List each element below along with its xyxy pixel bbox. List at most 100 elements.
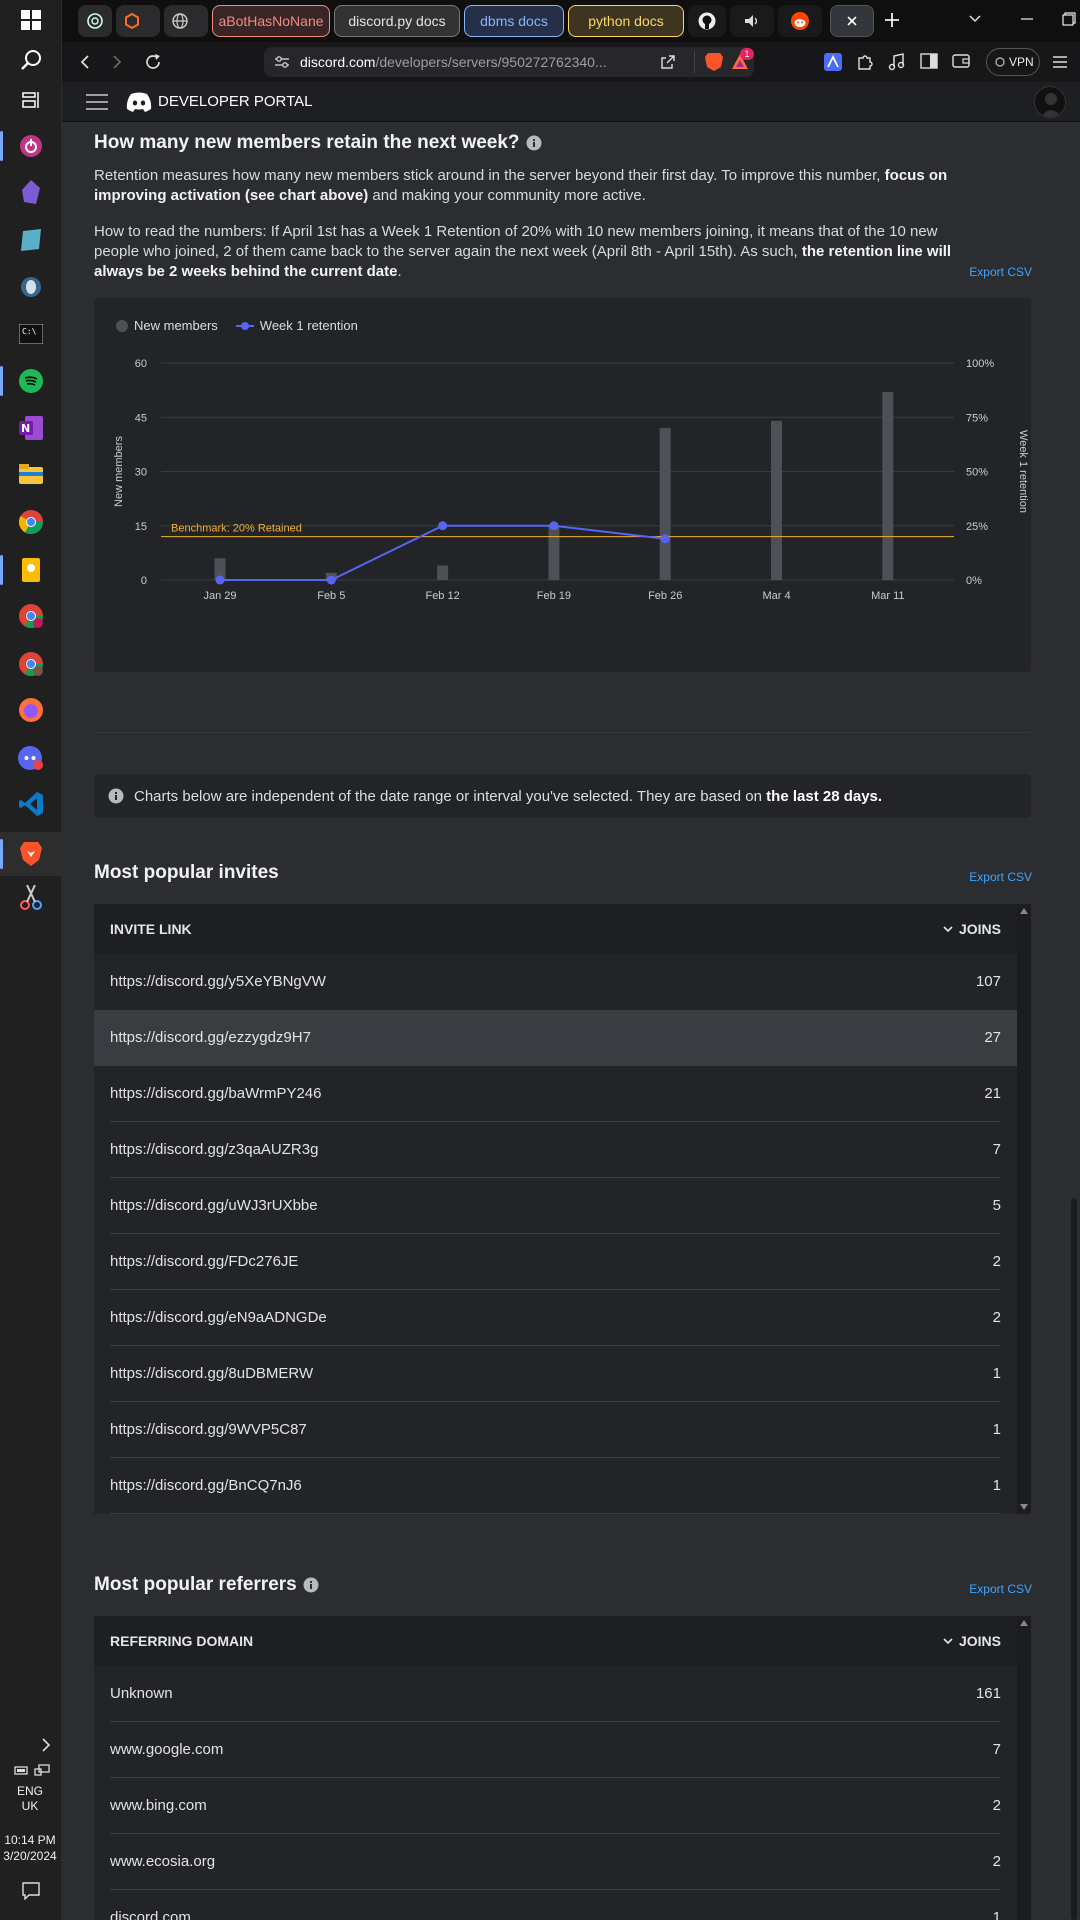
search-icon[interactable] [13, 42, 49, 78]
retention-point[interactable] [215, 575, 225, 585]
invite-link[interactable]: https://discord.gg/FDc276JE [110, 1253, 298, 1270]
brave-shields-icon[interactable] [704, 52, 724, 72]
table-row[interactable]: Unknown 161 [94, 1666, 1017, 1722]
extensions-puzzle-icon[interactable] [856, 53, 874, 71]
chrome-profile-d-icon[interactable] [13, 598, 49, 634]
retention-point[interactable] [438, 521, 448, 531]
postgres-icon[interactable] [13, 270, 49, 306]
info-icon[interactable] [303, 1577, 319, 1593]
column-header-joins[interactable]: JOINS [943, 1633, 1001, 1649]
table-row[interactable]: www.google.com 7 [94, 1722, 1017, 1778]
tab-group-dbms-docs[interactable]: dbms docs [464, 5, 564, 37]
invites-export-csv-link[interactable]: Export CSV [969, 870, 1032, 884]
table-row[interactable]: https://discord.gg/ezzygdz9H7 27 [94, 1010, 1017, 1066]
minimize-window-icon[interactable] [1020, 12, 1034, 26]
bar-new-members[interactable] [771, 420, 782, 580]
table-row[interactable]: https://discord.gg/z3qaAUZR3g 7 [94, 1122, 1017, 1178]
back-icon[interactable] [78, 54, 92, 70]
tab-group-abothasnonane[interactable]: aBotHasNoNane [212, 5, 330, 37]
bar-new-members[interactable] [659, 428, 671, 580]
snipping-tool-icon[interactable] [13, 880, 49, 916]
table-row[interactable]: www.bing.com 2 [94, 1778, 1017, 1834]
tab-globe[interactable] [164, 5, 208, 37]
page-scrollbar[interactable] [1068, 122, 1080, 1920]
firefox-icon[interactable] [13, 692, 49, 728]
tab-audio-playing[interactable] [730, 5, 774, 37]
keep-icon[interactable] [13, 552, 49, 588]
invite-link[interactable]: https://discord.gg/y5XeYBNgVW [110, 973, 326, 990]
column-header-joins[interactable]: JOINS [943, 921, 1001, 937]
info-icon[interactable] [526, 135, 542, 151]
table-row[interactable]: discord.com 1 [94, 1890, 1017, 1920]
obsidian-icon[interactable] [13, 174, 49, 210]
invite-link[interactable]: https://discord.gg/ezzygdz9H7 [110, 1029, 311, 1046]
invite-link[interactable]: https://discord.gg/9WVP5C87 [110, 1421, 307, 1438]
referrers-export-csv-link[interactable]: Export CSV [969, 1582, 1032, 1596]
invite-link[interactable]: https://discord.gg/eN9aADNGDe [110, 1309, 327, 1326]
portal-title[interactable]: DEVELOPER PORTAL [158, 93, 313, 110]
vpn-button[interactable]: VPN [986, 48, 1040, 76]
table-row[interactable]: https://discord.gg/9WVP5C87 1 [94, 1402, 1017, 1458]
table-row[interactable]: https://discord.gg/uWJ3rUXbbe 5 [94, 1178, 1017, 1234]
browser-menu-icon[interactable] [1052, 55, 1068, 69]
share-icon[interactable] [660, 54, 676, 70]
invite-link[interactable]: https://discord.gg/BnCQ7nJ6 [110, 1477, 302, 1494]
tab-close-icon[interactable] [846, 15, 858, 27]
table-row[interactable]: www.ecosia.org 2 [94, 1834, 1017, 1890]
notification-icon[interactable] [22, 1882, 40, 1900]
table-row[interactable]: https://discord.gg/8uDBMERW 1 [94, 1346, 1017, 1402]
avatar[interactable] [1034, 86, 1066, 118]
page-scrollbar-thumb[interactable] [1071, 1198, 1077, 1920]
reload-icon[interactable] [144, 53, 162, 71]
site-settings-icon[interactable] [274, 55, 290, 69]
chrome-profile-s-icon[interactable] [13, 646, 49, 682]
spotify-icon[interactable] [13, 363, 49, 399]
tab-current-discord[interactable] [830, 5, 874, 37]
table-row[interactable]: https://discord.gg/eN9aADNGDe 2 [94, 1290, 1017, 1346]
windows-start-icon[interactable] [13, 2, 49, 38]
system-tray-icons[interactable] [14, 1764, 54, 1778]
sql-app-icon[interactable] [13, 222, 49, 258]
vscode-icon[interactable] [13, 786, 49, 822]
discord-icon[interactable] [13, 740, 49, 776]
chrome-icon[interactable] [13, 504, 49, 540]
table-row[interactable]: https://discord.gg/FDc276JE 2 [94, 1234, 1017, 1290]
file-explorer-icon[interactable] [13, 456, 49, 492]
new-tab-icon[interactable] [882, 10, 902, 30]
scroll-up-icon[interactable] [1020, 1620, 1028, 1626]
retention-export-csv-link[interactable]: Export CSV [969, 265, 1032, 279]
show-hidden-icons-chevron-icon[interactable] [40, 1738, 52, 1752]
forward-icon[interactable] [110, 54, 124, 70]
scroll-down-icon[interactable] [1020, 1504, 1028, 1510]
tab-reddit[interactable] [778, 5, 822, 37]
tab-github[interactable] [688, 5, 726, 37]
table-row[interactable]: https://discord.gg/y5XeYBNgVW 107 [94, 954, 1017, 1010]
invite-link[interactable]: https://discord.gg/z3qaAUZR3g [110, 1141, 318, 1158]
tab-group-discordpy-docs[interactable]: discord.py docs [334, 5, 460, 37]
extension-a-icon[interactable] [824, 53, 842, 71]
brave-icon[interactable] [13, 836, 49, 872]
discord-logo-icon[interactable] [126, 92, 152, 112]
bar-new-members[interactable] [548, 525, 560, 580]
restore-window-icon[interactable] [1062, 12, 1076, 26]
bar-new-members[interactable] [882, 391, 894, 580]
task-view-icon[interactable] [13, 82, 49, 118]
tab-chatgpt[interactable] [78, 5, 112, 37]
wallet-icon[interactable] [952, 53, 970, 69]
invite-link[interactable]: https://discord.gg/8uDBMERW [110, 1365, 313, 1382]
address-bar[interactable]: discord.com/developers/servers/950272762… [264, 47, 754, 77]
retention-point[interactable] [326, 575, 336, 585]
language-indicator[interactable]: ENG UK [0, 1784, 60, 1814]
tab-group-python-docs[interactable]: python docs [568, 5, 684, 37]
table-row[interactable]: https://discord.gg/baWrmPY246 21 [94, 1066, 1017, 1122]
onenote-icon[interactable]: N [13, 410, 49, 446]
sidebar-toggle-icon[interactable] [920, 53, 938, 69]
retention-point[interactable] [549, 521, 559, 531]
invite-link[interactable]: https://discord.gg/uWJ3rUXbbe [110, 1197, 318, 1214]
power-app-icon[interactable] [13, 128, 49, 164]
hamburger-menu-icon[interactable] [86, 94, 108, 110]
table-row[interactable]: https://discord.gg/BnCQ7nJ6 1 [94, 1458, 1017, 1514]
tab-search-chevron-icon[interactable] [968, 14, 982, 24]
media-music-icon[interactable] [888, 53, 906, 71]
referrers-scrollbar[interactable] [1017, 1616, 1031, 1920]
